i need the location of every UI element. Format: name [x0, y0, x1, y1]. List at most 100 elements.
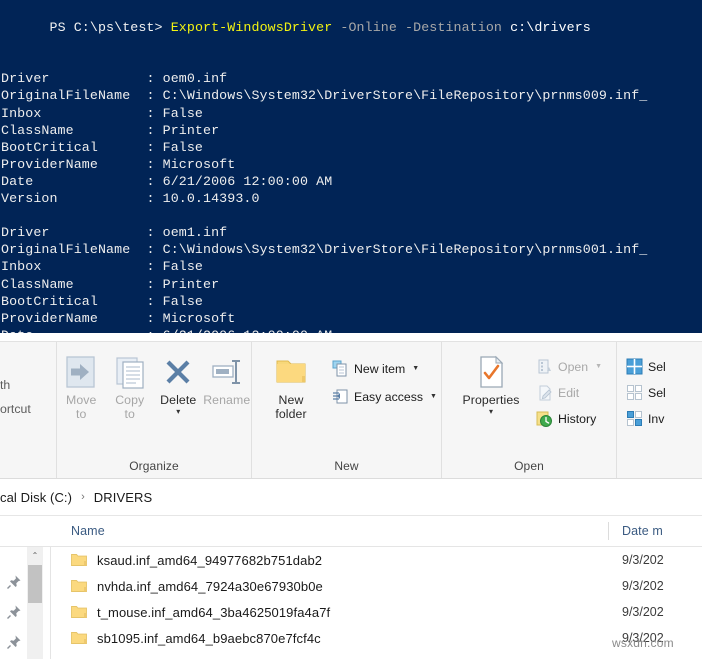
move-to-label: Moveto	[66, 393, 96, 421]
file-list[interactable]: ksaud.inf_amd64_94977682b751dab29/3/202n…	[51, 547, 702, 659]
breadcrumb-item-drive[interactable]: cal Disk (C:)	[0, 490, 72, 505]
column-header-date-modified[interactable]: Date m	[622, 524, 663, 538]
file-date-modified: 9/3/202	[622, 631, 664, 645]
file-row[interactable]: nvhda.inf_amd64_7924a30e67930b0e9/3/202	[51, 573, 702, 599]
terminal-property-key: BootCritical	[1, 140, 146, 155]
rename-button[interactable]: Rename	[203, 348, 252, 407]
new-item-button[interactable]: New item ▼	[332, 360, 437, 377]
terminal-property-key: Version	[1, 191, 146, 206]
file-explorer-window[interactable]: th ortcut	[0, 333, 702, 659]
properties-label: Properties	[462, 393, 519, 407]
column-header-row: Name Date m	[0, 516, 702, 547]
breadcrumb-item-folder[interactable]: DRIVERS	[94, 490, 153, 505]
properties-button[interactable]: Properties ▾	[452, 348, 530, 416]
open-caret-icon[interactable]: ▼	[595, 363, 602, 370]
file-row[interactable]: sb1095.inf_amd64_b9aebc870e7fcf4c 9/3/202	[51, 625, 702, 651]
open-label: Open	[558, 360, 588, 374]
navigation-scrollbar[interactable]: ⌃	[27, 547, 43, 659]
paste-shortcut-button[interactable]: ortcut	[0, 402, 31, 416]
properties-icon	[474, 354, 508, 390]
terminal-property-row: Inbox : False	[1, 258, 702, 275]
ribbon-group-open-label: Open	[442, 459, 616, 478]
file-row[interactable]: ksaud.inf_amd64_94977682b751dab29/3/202	[51, 547, 702, 573]
select-none-button[interactable]: Sel	[626, 384, 666, 401]
ribbon-group-clipboard-items: th ortcut	[0, 342, 56, 473]
select-all-label: Sel	[648, 360, 666, 374]
column-divider[interactable]	[608, 522, 609, 540]
invert-selection-button[interactable]: Inv	[626, 410, 666, 427]
new-folder-label: Newfolder	[275, 393, 306, 421]
file-name: sb1095.inf_amd64_b9aebc870e7fcf4c	[97, 631, 321, 646]
file-row[interactable]: t_mouse.inf_amd64_3ba4625019fa4a7f9/3/20…	[51, 599, 702, 625]
open-button[interactable]: Open ▼	[536, 358, 602, 375]
terminal-property-row: Driver : oem0.inf	[1, 70, 702, 87]
easy-access-caret-icon[interactable]: ▼	[430, 393, 437, 400]
scrollbar-thumb[interactable]	[28, 565, 42, 603]
ribbon-group-open: Properties ▾	[441, 342, 616, 478]
rename-label: Rename	[203, 393, 250, 407]
navigation-pane[interactable]	[0, 547, 27, 659]
column-header-name[interactable]: Name	[71, 524, 105, 538]
terminal-property-separator: :	[146, 106, 162, 121]
select-all-icon	[626, 358, 643, 375]
terminal-property-key: Date	[1, 174, 146, 189]
new-item-icon	[332, 360, 349, 377]
delete-label: Delete	[160, 393, 196, 407]
file-name: t_mouse.inf_amd64_3ba4625019fa4a7f	[97, 605, 330, 620]
easy-access-button[interactable]: Easy access ▼	[332, 388, 437, 405]
terminal-property-key: Driver	[1, 71, 146, 86]
select-none-icon	[626, 384, 643, 401]
terminal-property-row: ProviderName : Microsoft	[1, 310, 702, 327]
terminal-property-key: ProviderName	[1, 311, 146, 326]
folder-icon	[71, 579, 87, 593]
terminal-property-separator: :	[146, 294, 162, 309]
file-name: nvhda.inf_amd64_7924a30e67930b0e	[97, 579, 323, 594]
new-item-caret-icon[interactable]: ▼	[412, 365, 419, 372]
open-icon	[536, 358, 553, 375]
new-folder-button[interactable]: Newfolder	[260, 348, 322, 421]
terminal-property-key: Inbox	[1, 259, 146, 274]
ribbon: th ortcut	[0, 333, 702, 479]
terminal-property-key: ClassName	[1, 277, 146, 292]
history-button[interactable]: History	[536, 410, 602, 427]
properties-caret-icon[interactable]: ▾	[489, 408, 493, 416]
terminal-property-value: False	[163, 294, 203, 309]
terminal-property-value: False	[163, 259, 203, 274]
ribbon-group-clipboard-label	[0, 473, 56, 478]
terminal-property-value: C:\Windows\System32\DriverStore\FileRepo…	[163, 88, 648, 103]
terminal-property-separator: :	[146, 157, 162, 172]
terminal-property-value: oem0.inf	[163, 71, 228, 86]
copy-path-label: th	[0, 378, 10, 392]
powershell-terminal[interactable]: PS C:\ps\test> Export-WindowsDriver -Onl…	[0, 0, 702, 333]
terminal-property-value: False	[163, 140, 203, 155]
invert-selection-icon	[626, 410, 643, 427]
edit-button[interactable]: Edit	[536, 384, 602, 401]
copy-to-button[interactable]: Copyto	[106, 348, 155, 421]
scroll-up-arrow-icon[interactable]: ⌃	[27, 547, 43, 564]
ribbon-top-strip	[0, 333, 702, 342]
select-all-button[interactable]: Sel	[626, 358, 666, 375]
address-bar[interactable]: cal Disk (C:) › DRIVERS	[0, 479, 702, 516]
move-to-button[interactable]: Moveto ▾	[57, 348, 106, 421]
ribbon-group-open-items: Properties ▾	[442, 342, 616, 459]
terminal-property-row: ProviderName : Microsoft	[1, 156, 702, 173]
terminal-property-key: ProviderName	[1, 157, 146, 172]
terminal-property-key: ClassName	[1, 123, 146, 138]
terminal-property-separator: :	[146, 277, 162, 292]
terminal-property-row: ClassName : Printer	[1, 122, 702, 139]
paste-shortcut-label: ortcut	[0, 402, 31, 416]
terminal-property-separator: :	[146, 311, 162, 326]
terminal-property-value: Microsoft	[163, 311, 236, 326]
ribbon-group-new: Newfolder	[251, 342, 441, 478]
easy-access-icon	[332, 388, 349, 405]
pin-icon	[6, 604, 22, 620]
terminal-property-key: BootCritical	[1, 294, 146, 309]
terminal-spacer	[1, 207, 702, 224]
terminal-property-row: Date : 6/21/2006 12:00:00 AM	[1, 173, 702, 190]
terminal-property-value: C:\Windows\System32\DriverStore\FileRepo…	[163, 242, 648, 257]
terminal-property-value: Microsoft	[163, 157, 236, 172]
delete-button[interactable]: Delete ▾	[154, 348, 203, 416]
delete-caret-icon[interactable]: ▾	[176, 408, 180, 416]
copy-path-button[interactable]: th	[0, 378, 31, 392]
ribbon-group-new-items: Newfolder	[252, 342, 441, 459]
